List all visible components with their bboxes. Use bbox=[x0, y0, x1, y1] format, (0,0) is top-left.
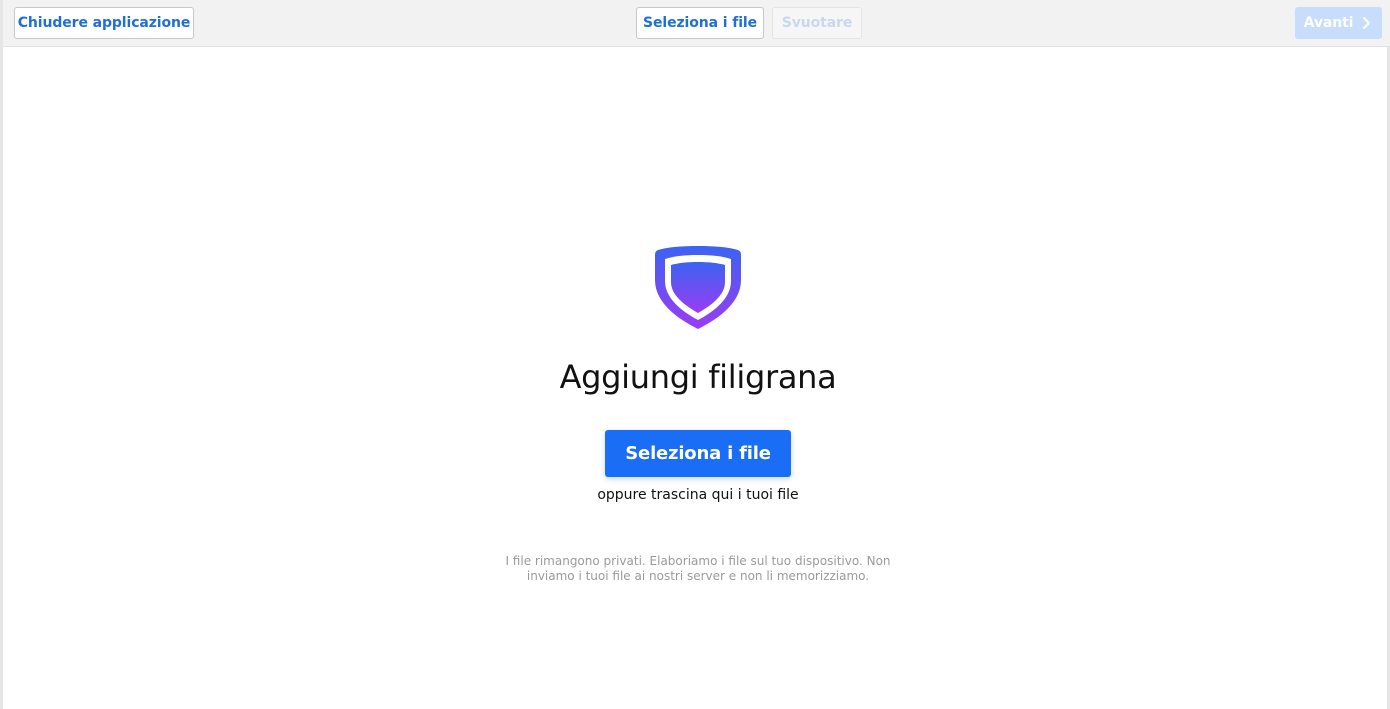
close-app-button[interactable]: Chiudere applicazione bbox=[14, 7, 194, 39]
next-button-label: Avanti bbox=[1303, 15, 1354, 31]
select-files-button-label: Seleziona i file bbox=[625, 443, 771, 464]
page-title: Aggiungi filigrana bbox=[559, 358, 837, 396]
privacy-note: I file rimangono privati. Elaboriamo i f… bbox=[498, 554, 898, 584]
top-toolbar: Chiudere applicazione Seleziona i file S… bbox=[3, 0, 1390, 47]
privacy-note-line-2: inviamo i tuoi file ai nostri server e n… bbox=[526, 569, 870, 583]
chevron-right-icon bbox=[1363, 17, 1371, 29]
drop-hint: oppure trascina qui i tuoi file bbox=[597, 487, 799, 503]
select-files-toolbar-button[interactable]: Seleziona i file bbox=[636, 7, 764, 39]
app-window: Chiudere applicazione Seleziona i file S… bbox=[0, 0, 1390, 709]
shield-icon bbox=[655, 246, 741, 329]
close-app-button-label: Chiudere applicazione bbox=[17, 15, 191, 31]
select-files-toolbar-label: Seleziona i file bbox=[643, 15, 757, 31]
select-files-button[interactable]: Seleziona i file bbox=[605, 430, 791, 477]
privacy-note-line-1: I file rimangono privati. Elaboriamo i f… bbox=[505, 554, 891, 568]
next-button[interactable]: Avanti bbox=[1295, 7, 1382, 39]
empty-button-label: Svuotare bbox=[781, 15, 853, 31]
empty-button[interactable]: Svuotare bbox=[772, 7, 862, 39]
